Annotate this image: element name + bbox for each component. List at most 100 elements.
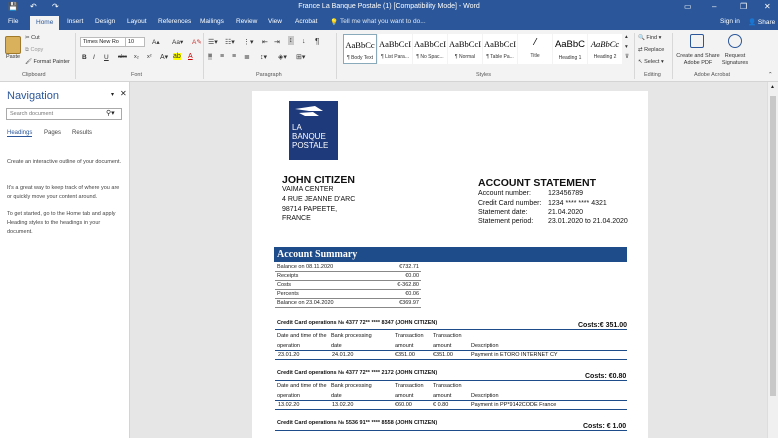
search-icon: 🔍 [638, 35, 645, 41]
style-normal[interactable]: AaBbCcI ¶ Normal [448, 34, 482, 64]
statement-label: Credit Card number: [478, 200, 542, 207]
sort-icon[interactable]: ↕ [288, 36, 294, 45]
font-family-select[interactable]: Times New Ro [80, 37, 128, 47]
case-icon[interactable]: Aa▾ [172, 38, 183, 46]
tab-file[interactable]: File [8, 18, 18, 25]
sort-az-icon[interactable]: ↓ [302, 38, 306, 45]
nav-options-icon[interactable]: ▾ [111, 91, 114, 98]
nav-search-input[interactable]: Search document [6, 108, 122, 120]
copy-label: Copy [30, 47, 44, 53]
increase-indent-icon[interactable]: ⇥ [274, 38, 280, 46]
justify-icon[interactable]: ≣ [244, 53, 250, 61]
find-button[interactable]: 🔍 Find ▾ [638, 35, 661, 41]
superscript-button[interactable]: x² [147, 54, 152, 60]
italic-button[interactable]: I [93, 54, 95, 61]
tab-view[interactable]: View [268, 18, 282, 25]
search-icon[interactable]: ⚲▾ [106, 109, 115, 117]
scroll-thumb[interactable] [770, 96, 776, 396]
tab-mailings[interactable]: Mailings [200, 18, 224, 25]
pdf-icon[interactable] [690, 34, 704, 48]
style-body-text[interactable]: AaBbCc ¶ Body Text [343, 34, 377, 64]
nav-close-icon[interactable]: ✕ [120, 89, 127, 98]
align-center-icon[interactable]: ≡ [220, 53, 224, 60]
create-share-pdf-button[interactable]: Create and Share Adobe PDF [676, 53, 720, 67]
pilcrow-icon[interactable]: ¶ [315, 37, 319, 46]
style-list-paragraph[interactable]: AaBbCcI ¶ List Para... [378, 34, 412, 64]
tab-references[interactable]: References [158, 18, 191, 25]
styles-scroll-up-icon[interactable]: ▴ [625, 34, 628, 40]
tab-home[interactable]: Home [30, 16, 60, 30]
borders-icon[interactable]: ⊞▾ [296, 53, 305, 61]
style-heading-1[interactable]: AaBbC Heading 1 [553, 34, 587, 64]
text-effects-icon[interactable]: A▾ [160, 53, 168, 61]
underline-button[interactable]: U [104, 54, 109, 61]
scroll-up-icon[interactable]: ▲ [770, 84, 775, 90]
divider [634, 33, 635, 79]
styles-more-icon[interactable]: ⊽ [625, 54, 629, 60]
table-cell: € 0.80 [433, 402, 449, 408]
signin-link[interactable]: Sign in [720, 18, 740, 25]
line-spacing-icon[interactable]: ↕▾ [260, 53, 267, 61]
nav-title: Navigation [7, 90, 59, 102]
font-size-select[interactable]: 10 [125, 37, 145, 47]
multilevel-icon[interactable]: ⋮▾ [243, 38, 254, 46]
ribbon-display-icon[interactable]: ▭ [684, 2, 692, 11]
navigation-pane: Navigation ▾ ✕ Search document ⚲▾ Headin… [0, 82, 130, 438]
bullets-icon[interactable]: ☰▾ [208, 38, 218, 46]
select-button[interactable]: ↖ Select ▾ [638, 59, 664, 65]
operations-title: Credit Card operations № 4377 72** **** … [277, 320, 438, 326]
font-color-icon[interactable]: A [188, 53, 193, 60]
styles-scroll-down-icon[interactable]: ▾ [625, 44, 628, 50]
tab-design[interactable]: Design [95, 18, 115, 25]
style-sample: AaBbC [554, 39, 586, 50]
operations-costs: Costs: € 1.00 [583, 423, 627, 430]
grow-font-icon[interactable]: A▴ [152, 38, 160, 46]
style-title[interactable]: / Title [518, 34, 552, 64]
replace-button[interactable]: ⇄ Replace [638, 47, 664, 53]
minimize-icon[interactable]: – [712, 2, 716, 11]
vertical-scrollbar[interactable]: ▲ [767, 82, 778, 438]
format-painter-button[interactable]: 🖌 Format Painter [25, 59, 70, 65]
signature-icon[interactable] [728, 34, 742, 48]
share-button[interactable]: 👤 Share [748, 18, 775, 26]
tell-me-input[interactable]: Tell me what you want to do... [340, 18, 426, 25]
tab-review[interactable]: Review [236, 18, 257, 25]
cursor-icon: ↖ [638, 59, 643, 65]
clear-format-icon[interactable]: A✎ [192, 38, 202, 46]
subscript-button[interactable]: x₂ [134, 54, 139, 60]
restore-icon[interactable]: ❐ [740, 2, 747, 11]
find-label: Find [646, 35, 658, 41]
summary-row: Receipts €0.00 [275, 272, 421, 281]
nav-tab-pages[interactable]: Pages [44, 130, 61, 136]
statement-label: Account number: [478, 190, 531, 197]
cut-button[interactable]: ✂ Cut [25, 35, 40, 41]
divider [203, 33, 204, 79]
paste-icon[interactable] [5, 36, 21, 54]
request-signatures-button[interactable]: Request Signatures [720, 53, 750, 67]
table-cell: €60.00 [395, 402, 412, 408]
paste-button[interactable]: Paste [6, 54, 20, 60]
decrease-indent-icon[interactable]: ⇤ [262, 38, 268, 46]
nav-tab-results[interactable]: Results [72, 130, 92, 136]
collapse-ribbon-icon[interactable]: ⌃ [768, 72, 773, 78]
tab-layout[interactable]: Layout [127, 18, 147, 25]
style-table-paragraph[interactable]: AaBbCcI ¶ Table Pa... [483, 34, 517, 64]
document-page[interactable]: LA BANQUE POSTALE JOHN CITIZEN VAIMA CEN… [252, 91, 648, 438]
align-right-icon[interactable]: ≡ [232, 53, 236, 60]
bold-button[interactable]: B [82, 54, 87, 61]
tab-acrobat[interactable]: Acrobat [295, 18, 317, 25]
numbering-icon[interactable]: ☷▾ [225, 38, 235, 46]
customer-address-line: VAIMA CENTER [282, 186, 334, 193]
bird-icon [295, 106, 323, 116]
tab-insert[interactable]: Insert [67, 18, 83, 25]
style-heading-2[interactable]: AaBbCc Heading 2 [588, 34, 622, 64]
summary-value: €369.97 [399, 300, 419, 306]
strikethrough-button[interactable]: abc [118, 54, 127, 60]
copy-button[interactable]: ⧉ Copy [25, 47, 43, 54]
close-icon[interactable]: ✕ [764, 2, 771, 11]
style-no-spacing[interactable]: AaBbCcI ¶ No Spac... [413, 34, 447, 64]
align-left-icon[interactable]: ≡ [208, 53, 213, 60]
highlight-icon[interactable]: ab [173, 53, 181, 60]
nav-tab-headings[interactable]: Headings [7, 130, 33, 137]
shading-icon[interactable]: ◈▾ [278, 53, 287, 61]
